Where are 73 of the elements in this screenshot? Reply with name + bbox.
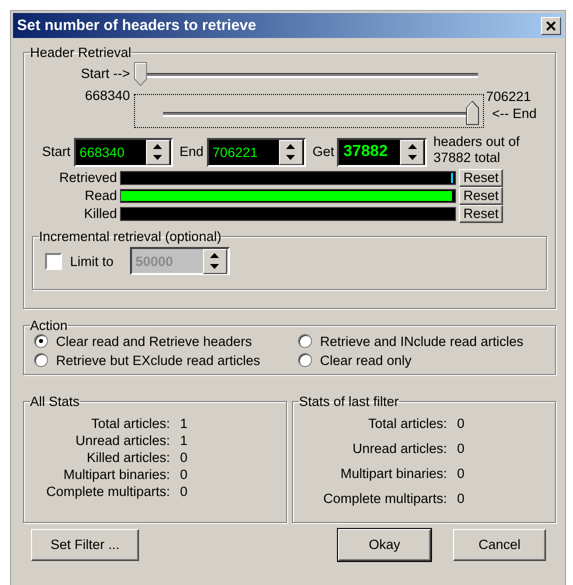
stat-label: Unread articles:: [351, 441, 447, 456]
stat-label: Complete multiparts:: [322, 491, 447, 506]
radio-label: Clear read only: [320, 352, 412, 368]
bar-label: Read: [84, 188, 117, 202]
slider-reading: 668340: [84, 88, 130, 104]
stat-value: 0: [180, 450, 189, 465]
stat-value: 1: [180, 416, 189, 431]
spin-buttons[interactable]: [278, 140, 303, 164]
number-field[interactable]: 37882: [337, 138, 428, 166]
radio-button[interactable]: [298, 353, 312, 367]
reset-button[interactable]: Reset: [459, 168, 503, 186]
up-arrow-icon: [153, 144, 162, 149]
dialog-button[interactable]: Cancel: [453, 528, 546, 560]
down-arrow-icon: [210, 264, 220, 270]
slider-thumb[interactable]: [134, 62, 147, 86]
field-label: Get: [312, 142, 334, 158]
stat-label: Total articles:: [367, 416, 447, 431]
stat-value: 0: [457, 466, 466, 481]
slider-label: <-- End: [492, 104, 537, 122]
stat-label: Killed articles:: [86, 450, 170, 465]
bar-label: Retrieved: [58, 170, 117, 184]
bar-label: Killed: [82, 206, 117, 220]
close-icon: [546, 20, 556, 30]
number-field[interactable]: 668340: [74, 138, 173, 166]
stat-label: Total articles:: [90, 416, 170, 431]
radio-option[interactable]: Clear read only: [298, 352, 547, 368]
radio-label: Clear read and Retrieve headers: [56, 334, 252, 348]
up-arrow-icon: [408, 144, 417, 149]
stat-label: Unread articles:: [74, 433, 170, 448]
stat-value: 0: [457, 416, 466, 431]
up-arrow-icon: [286, 144, 296, 149]
up-arrow-icon: [210, 252, 220, 258]
radio-option[interactable]: Retrieve but EXclude read articles: [34, 352, 298, 368]
summary-text: headers out of 37882 total: [433, 134, 521, 166]
stat-value: 0: [457, 491, 466, 506]
field-label: End: [180, 142, 204, 158]
group-title: Incremental retrieval (optional): [39, 228, 222, 244]
field-label: Start: [42, 142, 71, 158]
radio-button[interactable]: [34, 353, 48, 367]
stat-value: 0: [457, 441, 466, 456]
stat-label: Multipart binaries:: [62, 467, 170, 482]
stat-value: 0: [180, 484, 189, 499]
group-title: Stats of last filter: [299, 394, 399, 408]
checkbox-label: Limit to: [70, 254, 114, 268]
window-title: Set number of headers to retrieve: [17, 17, 256, 34]
number-field[interactable]: 706221: [206, 138, 306, 166]
dialog-button[interactable]: Set Filter ...: [31, 528, 139, 560]
spin-buttons[interactable]: [146, 140, 170, 164]
spin-buttons[interactable]: [400, 140, 424, 164]
radio-label: Retrieve and INclude read articles: [320, 334, 524, 348]
end-slider[interactable]: [134, 94, 484, 128]
radio-button[interactable]: [34, 334, 48, 348]
radio-option[interactable]: Clear read and Retrieve headers: [34, 334, 298, 348]
slider-thumb[interactable]: [466, 100, 479, 124]
group-title: Header Retrieval: [30, 45, 132, 60]
down-arrow-icon: [153, 155, 162, 160]
slider-label: Start -->: [80, 64, 130, 82]
stat-value: 0: [180, 467, 189, 482]
radio-label: Retrieve but EXclude read articles: [56, 352, 260, 368]
reset-button[interactable]: Reset: [459, 186, 503, 204]
radio-button[interactable]: [298, 334, 312, 348]
close-button[interactable]: [541, 16, 561, 34]
down-arrow-icon: [408, 155, 417, 160]
radio-option[interactable]: Retrieve and INclude read articles: [298, 334, 547, 348]
dialog-button[interactable]: Okay: [338, 528, 431, 560]
reset-button[interactable]: Reset: [459, 204, 503, 222]
group-title: Action: [30, 318, 68, 333]
stat-label: Complete multiparts:: [45, 484, 170, 499]
stat-label: Multipart binaries:: [339, 466, 447, 481]
down-arrow-icon: [286, 155, 296, 160]
slider-reading: 706221: [486, 88, 532, 104]
group-title: All Stats: [30, 394, 80, 408]
stat-value: 1: [180, 433, 189, 448]
